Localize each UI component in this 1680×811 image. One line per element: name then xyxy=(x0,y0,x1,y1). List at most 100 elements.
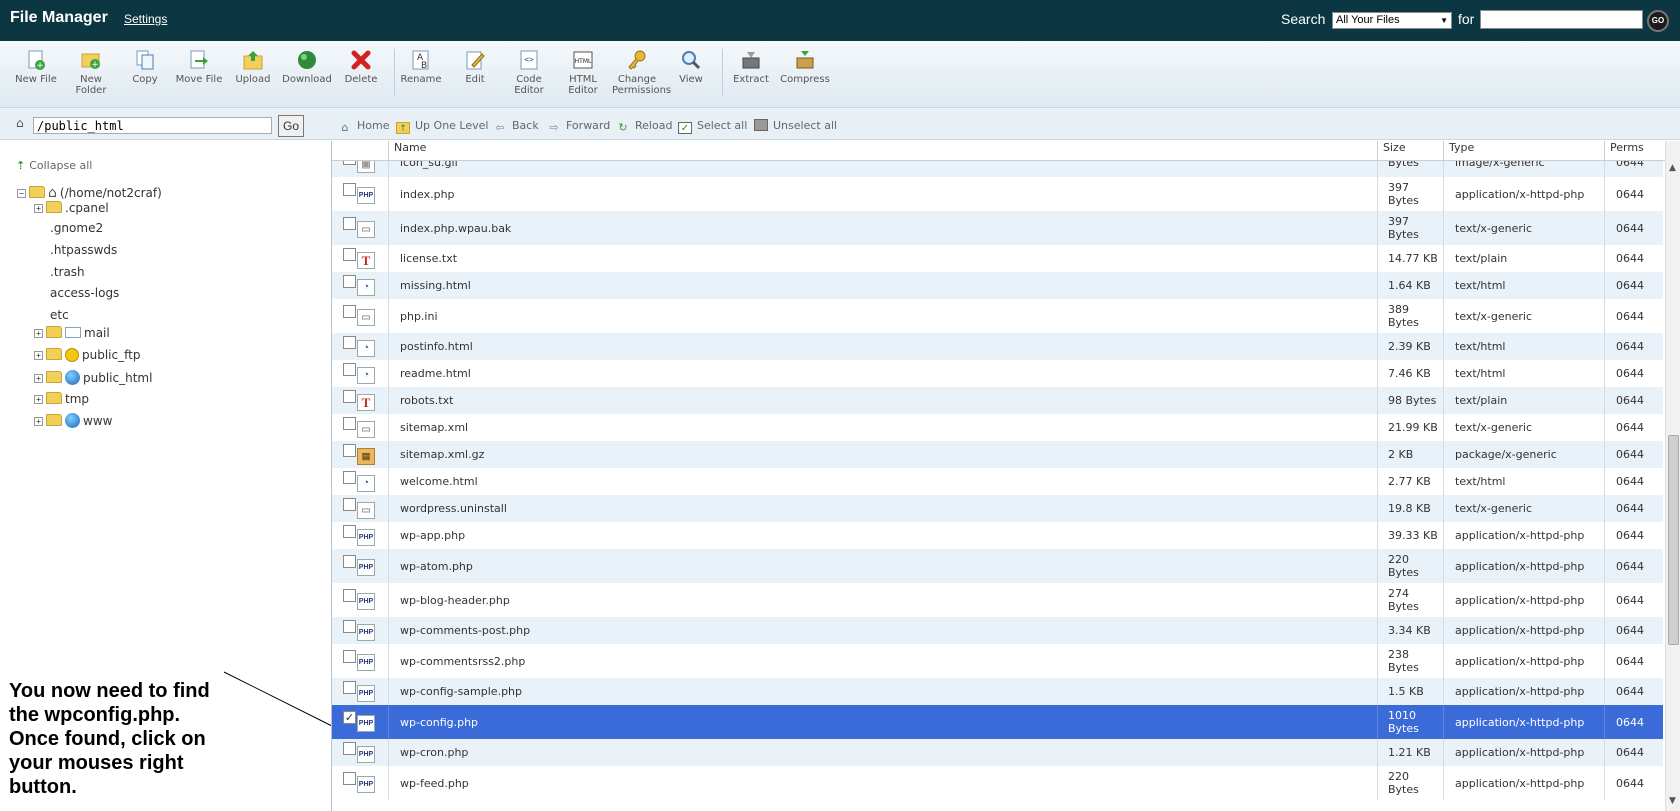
path-go-button[interactable]: Go xyxy=(278,115,304,137)
file-row[interactable]: PHP wp-cron.php 1.21 KB application/x-httpd… xyxy=(332,739,1663,766)
tree-item-public-ftp[interactable]: + public_ftp xyxy=(34,348,140,362)
unselect-all-button[interactable]: Unselect all xyxy=(754,119,837,132)
extract-button[interactable]: Extract xyxy=(726,49,776,85)
code-editor-button[interactable]: <> Code Editor xyxy=(504,49,554,96)
download-button[interactable]: Download xyxy=(282,49,332,85)
reload-button[interactable]: ↻ Reload xyxy=(616,119,672,134)
row-checkbox[interactable] xyxy=(343,498,356,511)
delete-button[interactable]: Delete xyxy=(336,49,386,85)
file-row[interactable]: ◔ readme.html 7.46 KB text/html 0644 xyxy=(332,360,1663,387)
tree-item-public-html[interactable]: + public_html xyxy=(34,370,152,385)
row-checkbox[interactable] xyxy=(343,183,356,196)
row-checkbox[interactable] xyxy=(343,305,356,318)
file-row[interactable]: ✓ PHP wp-config.php 1010 Bytes application/x… xyxy=(332,705,1663,739)
move-file-button[interactable]: Move File xyxy=(174,49,224,85)
tree-item-gnome2[interactable]: .gnome2 xyxy=(50,221,103,235)
row-checkbox[interactable] xyxy=(343,444,356,457)
row-checkbox[interactable]: ✓ xyxy=(343,711,356,724)
scroll-down-icon[interactable]: ▼ xyxy=(1669,796,1676,806)
file-row[interactable]: PHP wp-feed.php 220 Bytes application/x-htt… xyxy=(332,766,1663,800)
expand-toggle-icon[interactable]: + xyxy=(34,395,43,404)
tree-item-access-logs[interactable]: access-logs xyxy=(50,286,119,300)
row-checkbox[interactable] xyxy=(343,336,356,349)
copy-button[interactable]: Copy xyxy=(120,49,170,85)
file-row[interactable]: PHP wp-atom.php 220 Bytes application/x-htt… xyxy=(332,549,1663,583)
expand-toggle-icon[interactable]: + xyxy=(34,417,43,426)
column-header-perms[interactable]: Perms xyxy=(1604,141,1664,161)
tree-item-htpasswds[interactable]: .htpasswds xyxy=(50,243,117,257)
file-row[interactable]: PHP wp-comments-post.php 3.34 KB applicatio… xyxy=(332,617,1663,644)
search-go-button[interactable]: GO xyxy=(1647,10,1669,32)
up-one-level-button[interactable]: ↑ Up One Level xyxy=(396,119,488,134)
select-all-button[interactable]: ✓ Select all xyxy=(678,119,747,134)
file-row[interactable]: PHP wp-config-sample.php 1.5 KB application… xyxy=(332,678,1663,705)
scroll-thumb[interactable] xyxy=(1668,435,1679,645)
file-row[interactable]: ▭ sitemap.xml 21.99 KB text/x-generic 0644 xyxy=(332,414,1663,441)
compress-button[interactable]: Compress xyxy=(780,49,830,85)
settings-link[interactable]: Settings xyxy=(124,12,167,26)
search-input[interactable] xyxy=(1480,10,1643,29)
forward-button[interactable]: ⇨ Forward xyxy=(547,119,610,134)
row-checkbox[interactable] xyxy=(343,742,356,755)
change-permissions-button[interactable]: Change Permissions xyxy=(612,49,671,96)
tree-item-trash[interactable]: .trash xyxy=(50,265,85,279)
row-checkbox[interactable] xyxy=(343,471,356,484)
scrollbar[interactable]: ▲ ▼ xyxy=(1665,141,1680,811)
tree-item-www[interactable]: + www xyxy=(34,413,112,428)
column-header-type[interactable]: Type xyxy=(1443,141,1604,161)
tree-item-mail[interactable]: + mail xyxy=(34,326,110,340)
file-row[interactable]: ◔ missing.html 1.64 KB text/html 0644 xyxy=(332,272,1663,299)
column-header-size[interactable]: Size xyxy=(1377,141,1443,161)
row-checkbox[interactable] xyxy=(343,248,356,261)
home-nav-button[interactable]: ⌂ Home xyxy=(338,119,390,134)
file-row[interactable]: ▭ index.php.wpau.bak 397 Bytes text/x-gener… xyxy=(332,211,1663,245)
html-editor-button[interactable]: HTML HTML Editor xyxy=(558,49,608,96)
expand-toggle-icon[interactable]: + xyxy=(34,329,43,338)
file-row[interactable]: PHP wp-blog-header.php 274 Bytes applicatio… xyxy=(332,583,1663,617)
file-row[interactable]: ◔ postinfo.html 2.39 KB text/html 0644 xyxy=(332,333,1663,360)
file-row[interactable]: ▭ wordpress.uninstall 19.8 KB text/x-generi… xyxy=(332,495,1663,522)
row-checkbox[interactable] xyxy=(343,390,356,403)
row-checkbox[interactable] xyxy=(343,161,356,165)
new-folder-button[interactable]: + New Folder xyxy=(66,49,116,96)
row-checkbox[interactable] xyxy=(343,650,356,663)
file-row[interactable]: PHP index.php 397 Bytes application/x-httpd… xyxy=(332,177,1663,211)
file-size: 2 KB xyxy=(1377,441,1443,468)
expand-toggle-icon[interactable]: + xyxy=(34,374,43,383)
row-checkbox[interactable] xyxy=(343,363,356,376)
file-row[interactable]: PHP wp-app.php 39.33 KB application/x-httpd… xyxy=(332,522,1663,549)
row-checkbox[interactable] xyxy=(343,772,356,785)
row-checkbox[interactable] xyxy=(343,555,356,568)
tree-root[interactable]: − ⌂ (/home/not2craf) xyxy=(17,185,162,201)
row-checkbox[interactable] xyxy=(343,275,356,288)
edit-button[interactable]: Edit xyxy=(450,49,500,85)
file-row[interactable]: ▤ sitemap.xml.gz 2 KB package/x-generic 0644 xyxy=(332,441,1663,468)
column-header-name[interactable]: Name xyxy=(388,141,1377,161)
view-button[interactable]: View xyxy=(666,49,716,85)
search-scope-select[interactable]: All Your Files ▼ xyxy=(1332,12,1452,29)
row-checkbox[interactable] xyxy=(343,525,356,538)
file-row[interactable]: ◔ welcome.html 2.77 KB text/html 0644 xyxy=(332,468,1663,495)
path-input[interactable]: /public_html xyxy=(33,117,272,134)
rename-button[interactable]: A B Rename xyxy=(396,49,446,85)
upload-button[interactable]: Upload xyxy=(228,49,278,85)
tree-item-cpanel[interactable]: + .cpanel xyxy=(34,201,109,215)
tree-item-tmp[interactable]: + tmp xyxy=(34,392,89,406)
file-row[interactable]: ▣ icon_su.gif Bytes image/x-generic 0644 xyxy=(332,161,1663,177)
file-row[interactable]: Trobots.txt 98 Bytes text/plain 0644 xyxy=(332,387,1663,414)
row-checkbox[interactable] xyxy=(343,217,356,230)
row-checkbox[interactable] xyxy=(343,681,356,694)
expand-toggle-icon[interactable]: + xyxy=(34,351,43,360)
file-row[interactable]: Tlicense.txt 14.77 KB text/plain 0644 xyxy=(332,245,1663,272)
expand-toggle-icon[interactable]: + xyxy=(34,204,43,213)
scroll-up-icon[interactable]: ▲ xyxy=(1669,163,1676,173)
new-file-button[interactable]: + New File xyxy=(11,49,61,85)
collapse-all-button[interactable]: ⇡ Collapse all xyxy=(16,159,92,172)
back-button[interactable]: ⇦ Back xyxy=(493,119,538,134)
row-checkbox[interactable] xyxy=(343,620,356,633)
row-checkbox[interactable] xyxy=(343,589,356,602)
tree-item-etc[interactable]: etc xyxy=(50,308,69,322)
file-row[interactable]: ▭ php.ini 389 Bytes text/x-generic 0644 xyxy=(332,299,1663,333)
file-row[interactable]: PHP wp-commentsrss2.php 238 Bytes applicati… xyxy=(332,644,1663,678)
row-checkbox[interactable] xyxy=(343,417,356,430)
